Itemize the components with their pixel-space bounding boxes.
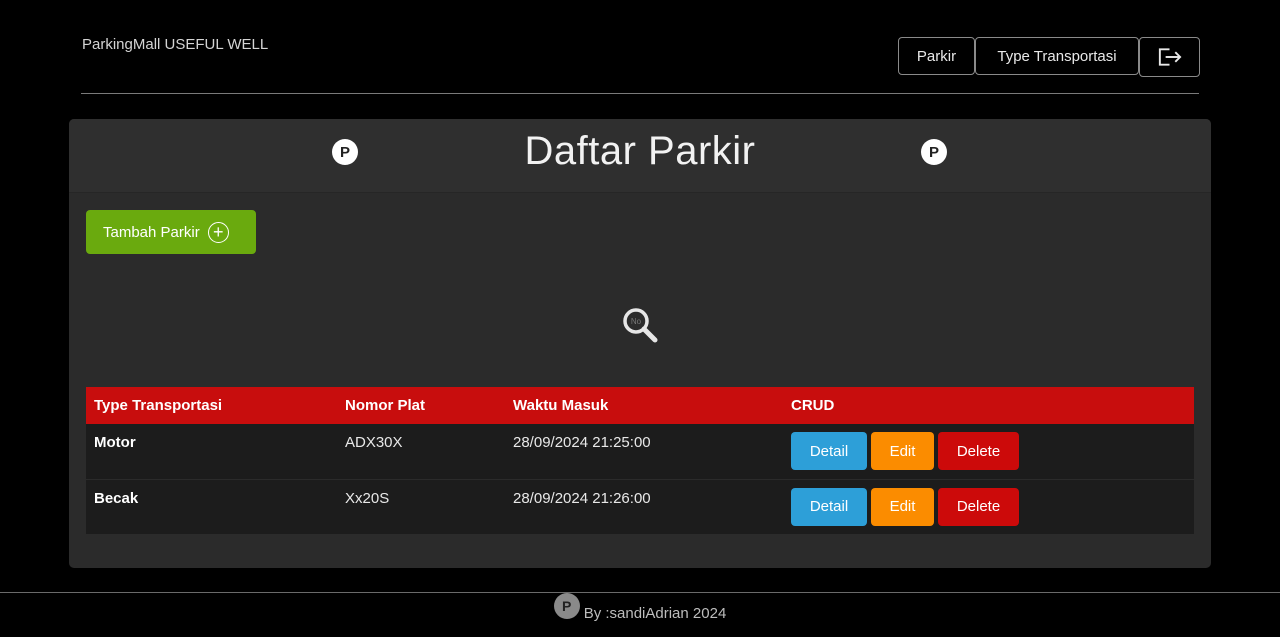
nav-parkir-button[interactable]: Parkir [898,37,975,75]
add-parkir-button[interactable]: Tambah Parkir + [86,210,256,254]
logout-icon [1158,48,1182,66]
footer-credit: By :sandiAdrian 2024 [583,605,727,622]
nav-type-transportasi-button[interactable]: Type Transportasi [975,37,1139,75]
page-title: Daftar Parkir [524,129,756,173]
plus-circle-icon: + [207,221,229,243]
parking-table: Type Transportasi Nomor Plat Waktu Masuk… [86,387,1194,535]
cell-crud: Detail Edit Delete [783,479,1194,534]
add-parkir-label: Tambah Parkir [103,223,200,241]
table-header-row: Type Transportasi Nomor Plat Waktu Masuk… [86,387,1194,424]
cell-plate: Xx20S [345,489,390,507]
header-divider [81,93,1199,94]
footer-divider [0,592,1280,593]
delete-button[interactable]: Delete [938,487,1019,526]
brand-title: ParkingMall USEFUL WELL [82,36,269,53]
footer: P By :sandiAdrian 2024 [0,592,1280,622]
detail-button[interactable]: Detail [791,432,867,470]
detail-button[interactable]: Detail [791,487,867,526]
cell-time: 28/09/2024 21:26:00 [513,489,651,507]
header-crud: CRUD [791,397,835,414]
cell-time: 28/09/2024 21:25:00 [513,434,651,451]
cell-crud: Detail Edit Delete [783,424,1194,479]
parking-card: P Daftar Parkir P Tambah Parkir + No Typ… [69,119,1211,568]
search-icon-text: No [631,317,642,326]
cell-type: Becak [94,489,139,507]
header-time: Waktu Masuk [513,397,609,414]
cell-plate: ADX30X [345,434,403,451]
edit-button[interactable]: Edit [871,432,934,470]
delete-button[interactable]: Delete [938,432,1019,470]
parking-logo-icon: P [921,139,947,165]
parking-logo-icon: P [553,592,580,619]
header-type: Type Transportasi [94,397,223,414]
header-plate: Nomor Plat [345,397,426,414]
table-row: Becak Xx20S 28/09/2024 21:26:00 Detail Ed… [86,479,1194,534]
edit-button[interactable]: Edit [871,487,934,526]
search-icon: No [623,308,658,343]
table-row: Motor ADX30X 28/09/2024 21:25:00 Detail E… [86,424,1194,479]
logout-button[interactable] [1139,37,1200,77]
card-header: P Daftar Parkir P [69,119,1211,193]
top-nav: Parkir Type Transportasi [898,37,1200,77]
cell-type: Motor [94,434,136,451]
